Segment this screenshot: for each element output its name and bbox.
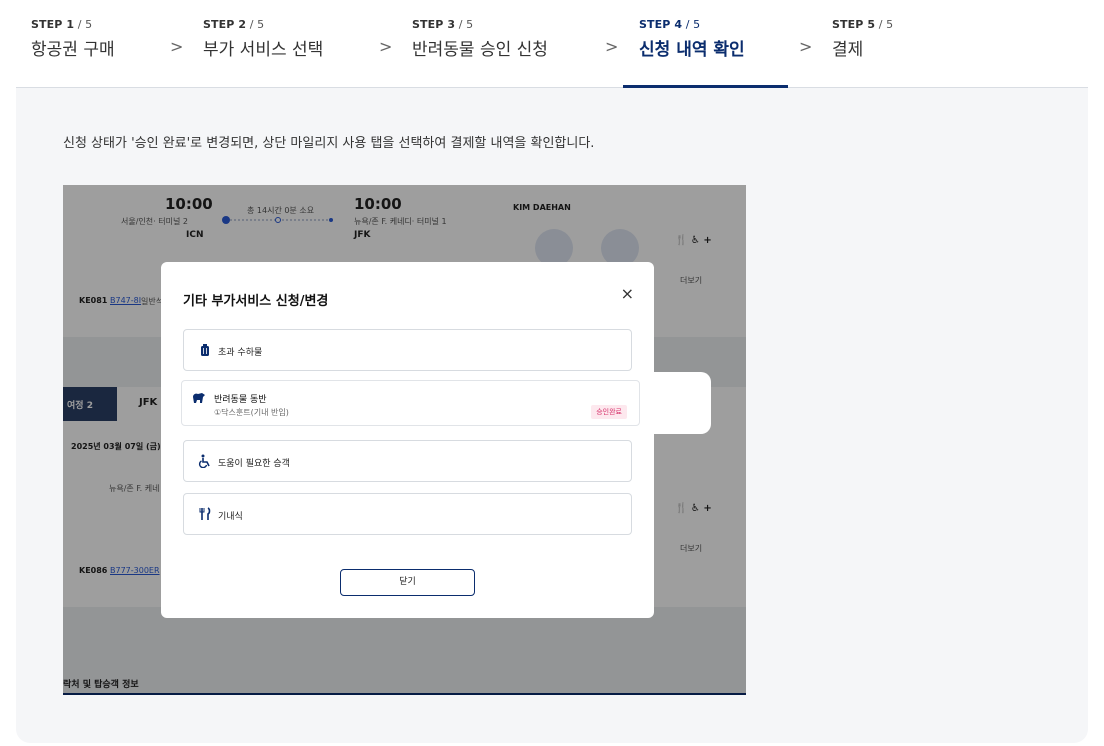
modal-close-button[interactable]: 닫기	[340, 569, 475, 596]
step-description: 신청 상태가 '승인 완료'로 변경되면, 상단 마일리지 사용 탭을 선택하여…	[63, 136, 595, 151]
option-label: 반려동물 동반	[214, 395, 267, 405]
chevron-right-icon: >	[799, 37, 813, 56]
step-title: 반려동물 승인 신청	[412, 40, 548, 60]
option-pet[interactable]: 반려동물 동반 ①닥스훈트(기내 반입) 승인완료	[181, 380, 640, 426]
step-number: STEP 2	[203, 18, 247, 31]
step-title: 항공권 구매	[31, 40, 115, 60]
step-navigation: STEP 1 / 5 항공권 구매 > STEP 2 / 5 부가 서비스 선택…	[0, 0, 1104, 88]
step-title: 신청 내역 확인	[639, 40, 745, 60]
step-number: STEP 1	[31, 18, 75, 31]
step-total: / 5	[875, 18, 894, 31]
option-assistance[interactable]: 도움이 필요한 승객	[183, 440, 632, 482]
step-total: / 5	[682, 18, 701, 31]
status-badge: 승인완료	[591, 405, 627, 419]
chevron-right-icon: >	[379, 37, 393, 56]
chevron-right-icon: >	[605, 37, 619, 56]
option-sub-label: ①닥스훈트(기내 반입)	[214, 408, 289, 417]
step-title: 결제	[832, 40, 864, 60]
step-5[interactable]: STEP 5 / 5 결제	[832, 18, 893, 60]
step-4-active[interactable]: STEP 4 / 5 신청 내역 확인	[639, 18, 745, 60]
step-total: / 5	[246, 18, 265, 31]
guide-screenshot: 10:00 서울/인천· 터미널 2 ICN 총 14시간 0분 소요 10:0…	[63, 185, 746, 695]
meal-icon	[199, 507, 211, 520]
step-number: STEP 4	[639, 18, 683, 31]
option-label: 초과 수하물	[218, 348, 263, 358]
option-label: 기내식	[218, 512, 243, 522]
option-label: 도움이 필요한 승객	[218, 459, 290, 469]
step-number: STEP 5	[832, 18, 876, 31]
step-title: 부가 서비스 선택	[203, 40, 324, 60]
modal-title: 기타 부가서비스 신청/변경	[183, 294, 329, 309]
chevron-right-icon: >	[170, 37, 184, 56]
close-icon[interactable]: ×	[621, 284, 634, 303]
service-modal: 기타 부가서비스 신청/변경 × 초과 수하물 도움이 필요한 승객 기내식 닫…	[161, 262, 654, 618]
step-number: STEP 3	[412, 18, 456, 31]
highlighted-option-frame: 반려동물 동반 ①닥스훈트(기내 반입) 승인완료	[171, 372, 711, 434]
step-total: / 5	[74, 18, 93, 31]
luggage-icon	[201, 344, 209, 356]
step-3[interactable]: STEP 3 / 5 반려동물 승인 신청	[412, 18, 548, 60]
step-total: / 5	[455, 18, 474, 31]
option-excess-baggage[interactable]: 초과 수하물	[183, 329, 632, 371]
step-2[interactable]: STEP 2 / 5 부가 서비스 선택	[203, 18, 323, 60]
wheelchair-icon	[198, 454, 210, 468]
pet-icon	[193, 393, 205, 403]
step-1[interactable]: STEP 1 / 5 항공권 구매	[31, 18, 115, 60]
option-inflight-meal[interactable]: 기내식	[183, 493, 632, 535]
